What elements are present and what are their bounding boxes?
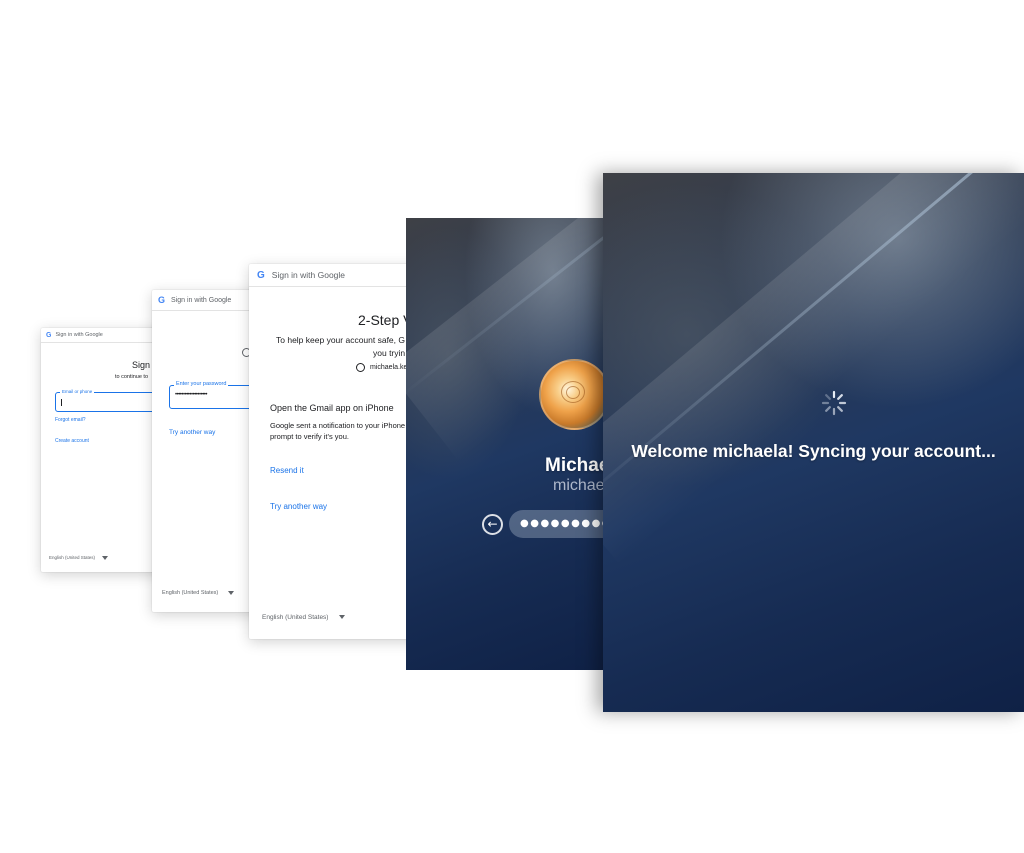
google-header-bar: G Sign in with Google [41, 328, 166, 343]
try-another-way-link[interactable]: Try another way [169, 429, 215, 436]
macos-login-screen: Michae michae ← ●●●●●●●●●● [406, 218, 616, 670]
language-select[interactable]: English (United States) [162, 590, 234, 596]
try-another-way-link[interactable]: Try another way [270, 502, 327, 511]
page-title: 2-Step V [358, 312, 413, 328]
language-label: English (United States) [262, 614, 329, 621]
language-label: English (United States) [162, 590, 219, 596]
account-email: michaela.ke [370, 364, 408, 371]
description-line-2: you tryin [373, 348, 406, 358]
email-field-label: Email or phone [60, 389, 95, 394]
language-select[interactable]: English (United States) [262, 614, 346, 621]
header-title: Sign in with Google [55, 332, 103, 338]
header-title: Sign in with Google [171, 296, 232, 304]
wallpaper-highlight [603, 173, 1024, 565]
welcome-message: Welcome michaela! Syncing your account..… [631, 441, 996, 461]
user-account-name: michae [553, 477, 605, 494]
google-g-icon: G [257, 269, 265, 281]
macos-sync-screen: Welcome michaela! Syncing your account..… [603, 173, 1024, 712]
header-title: Sign in with Google [271, 270, 346, 280]
text-cursor [61, 399, 62, 406]
google-g-icon: G [46, 331, 52, 339]
create-account-link[interactable]: Create account [55, 438, 89, 444]
google-g-icon: G [158, 295, 166, 305]
google-signin-email-window: G Sign in with Google Sign to continue t… [41, 328, 166, 572]
section-title: Open the Gmail app on iPhone [270, 403, 394, 413]
password-value: •••••••••••••••••••• [175, 392, 208, 398]
rose-petal [566, 386, 580, 399]
back-arrow-icon[interactable]: ← [482, 514, 503, 535]
notification-line-2: prompt to verify it's you. [270, 432, 349, 441]
email-field[interactable]: Email or phone [55, 389, 166, 412]
account-circle-icon [356, 363, 365, 372]
page-subtitle: to continue to [115, 374, 149, 380]
notification-line-1: Google sent a notification to your iPhon… [270, 421, 406, 430]
forgot-email-link[interactable]: Forgot email? [55, 417, 86, 423]
language-select[interactable]: English (United States) [49, 555, 109, 560]
chevron-down-icon [339, 615, 346, 620]
loading-spinner-icon [821, 390, 847, 416]
description-line-1: To help keep your account safe, G [276, 335, 405, 345]
password-field-label: Enter your password [174, 381, 229, 387]
chevron-down-icon [227, 590, 234, 595]
chevron-down-icon [102, 555, 109, 560]
page-title: Sign [132, 360, 151, 370]
user-avatar [539, 359, 610, 430]
account-chip[interactable]: michaela.ke [356, 363, 407, 372]
user-full-name: Michae [545, 455, 610, 476]
resend-link[interactable]: Resend it [270, 466, 304, 475]
password-input[interactable]: ●●●●●●●●●● [509, 510, 616, 538]
language-label: English (United States) [49, 555, 96, 560]
